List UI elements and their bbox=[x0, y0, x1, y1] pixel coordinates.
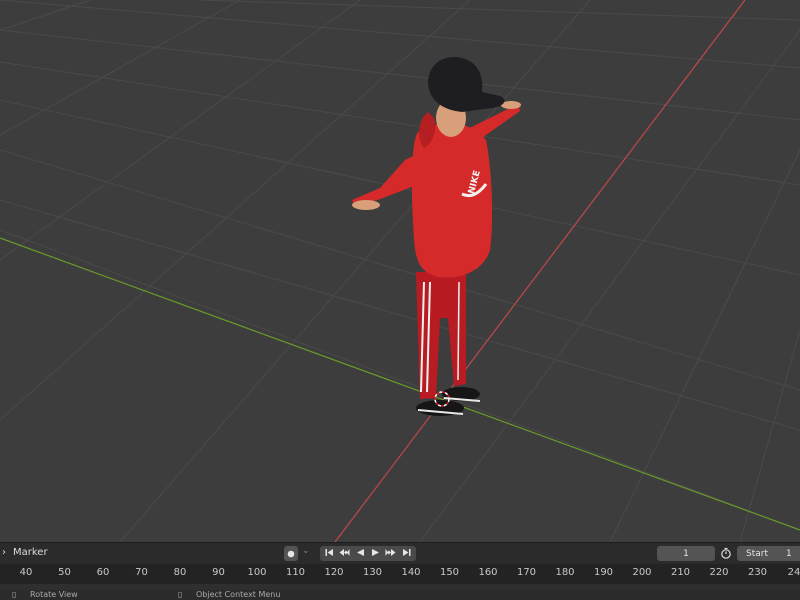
ruler-tick: 190 bbox=[593, 567, 614, 578]
ruler-tick: 24 bbox=[787, 567, 800, 578]
left-hand bbox=[352, 200, 380, 210]
ruler-tick: 220 bbox=[709, 567, 729, 578]
ruler-tick: 230 bbox=[747, 567, 768, 578]
ruler-tick: 180 bbox=[555, 567, 575, 578]
3d-viewport[interactable]: NIKE bbox=[0, 0, 800, 542]
floor-grid bbox=[0, 0, 800, 542]
record-icon[interactable] bbox=[284, 546, 298, 561]
ruler-tick: 90 bbox=[212, 567, 225, 578]
playback-controls bbox=[320, 546, 416, 561]
mouse-right-icon: ▯ bbox=[178, 590, 183, 599]
previous-keyframe-icon[interactable] bbox=[339, 548, 350, 560]
ruler-tick: 40 bbox=[19, 567, 33, 578]
ruler-tick: 120 bbox=[324, 567, 344, 578]
x-axis-line bbox=[334, 0, 746, 542]
status-hint-rotate: Rotate View bbox=[30, 590, 78, 599]
mouse-left-icon: ▯ bbox=[12, 590, 17, 599]
timeline-ruler[interactable]: 40 50 60 70 80 90 100 110 120 130 140 150 160 170 180 1… bbox=[0, 564, 800, 584]
ruler-tick: 210 bbox=[670, 567, 691, 578]
ruler-tick: 140 bbox=[401, 567, 421, 578]
ruler-tick: 170 bbox=[516, 567, 537, 578]
ruler-tick: 200 bbox=[632, 567, 652, 578]
ruler-tick: 110 bbox=[285, 567, 306, 578]
stopwatch-icon[interactable] bbox=[720, 547, 732, 562]
timeline-header: › Marker ⌄ 1 Start 1 bbox=[0, 542, 800, 564]
jump-to-end-icon[interactable] bbox=[402, 548, 411, 560]
status-hint-context: Object Context Menu bbox=[196, 590, 281, 599]
play-reverse-icon[interactable] bbox=[356, 548, 365, 560]
ruler-tick: 150 bbox=[439, 567, 460, 578]
marker-menu[interactable]: Marker bbox=[13, 547, 48, 558]
current-frame-field[interactable]: 1 bbox=[657, 546, 715, 561]
chevron-down-icon[interactable]: ⌄ bbox=[302, 546, 310, 556]
start-frame-field[interactable]: Start 1 bbox=[737, 546, 800, 561]
view-menu-edge[interactable]: › bbox=[2, 547, 6, 558]
ruler-tick: 130 bbox=[362, 567, 383, 578]
y-axis-line bbox=[0, 237, 800, 531]
status-bar: ▯ Rotate View ▯ Object Context Menu bbox=[0, 590, 800, 600]
jump-to-start-icon[interactable] bbox=[325, 548, 334, 560]
ruler-tick: 70 bbox=[135, 567, 148, 578]
ruler-tick: 80 bbox=[173, 567, 187, 578]
character-model[interactable]: NIKE bbox=[352, 57, 521, 416]
viewport-grid: NIKE bbox=[0, 0, 800, 542]
play-icon[interactable] bbox=[371, 548, 380, 560]
ruler-tick: 50 bbox=[58, 567, 71, 578]
start-label: Start bbox=[746, 548, 768, 559]
ruler-tick: 100 bbox=[247, 567, 267, 578]
next-keyframe-icon[interactable] bbox=[385, 548, 396, 560]
start-value: 1 bbox=[786, 548, 792, 559]
ruler-tick: 160 bbox=[478, 567, 498, 578]
ruler-tick: 60 bbox=[96, 567, 110, 578]
baseball-cap bbox=[428, 57, 505, 112]
